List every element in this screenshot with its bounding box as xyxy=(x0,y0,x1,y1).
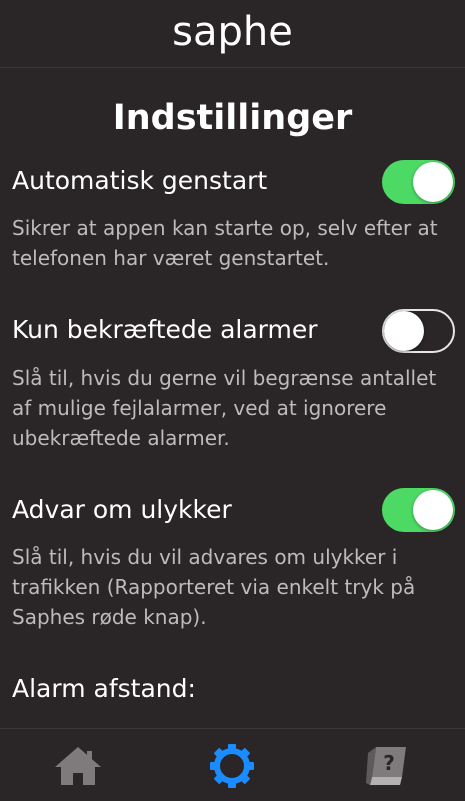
auto-restart-toggle[interactable] xyxy=(382,160,455,204)
toggle-knob xyxy=(413,490,453,530)
setting-description-accident-warning: Slå til, hvis du vil advares om ulykker … xyxy=(12,545,416,629)
setting-description-confirmed-alarms: Slå til, hvis du gerne vil begrænse anta… xyxy=(12,366,437,450)
setting-description-auto-restart: Sikrer at appen kan starte op, selv efte… xyxy=(12,216,438,270)
setting-label-auto-restart: Automatisk genstart xyxy=(12,166,268,195)
toggle-knob xyxy=(384,311,424,351)
svg-text:?: ? xyxy=(383,751,395,775)
confirmed-alarms-toggle[interactable] xyxy=(382,309,455,353)
help-book-icon: ? xyxy=(366,747,406,785)
app-header: saphe xyxy=(0,0,465,68)
nav-help-button[interactable]: ? xyxy=(362,743,412,789)
saphe-logo: saphe xyxy=(172,8,293,55)
bottom-nav: ? xyxy=(0,728,465,801)
toggle-knob xyxy=(413,162,453,202)
setting-label-confirmed-alarms: Kun bekræftede alarmer xyxy=(12,315,318,344)
setting-label-alarm-distance: Alarm afstand: xyxy=(12,674,196,703)
setting-label-accident-warning: Advar om ulykker xyxy=(12,495,232,524)
accident-warning-toggle[interactable] xyxy=(382,488,455,532)
nav-home-button[interactable] xyxy=(53,743,103,789)
settings-content[interactable]: Indstillinger Automatisk genstart Sikrer… xyxy=(0,68,465,728)
gear-icon xyxy=(210,744,254,788)
page-title: Indstillinger xyxy=(112,98,353,138)
home-icon xyxy=(55,747,101,785)
nav-settings-button[interactable] xyxy=(207,743,257,789)
